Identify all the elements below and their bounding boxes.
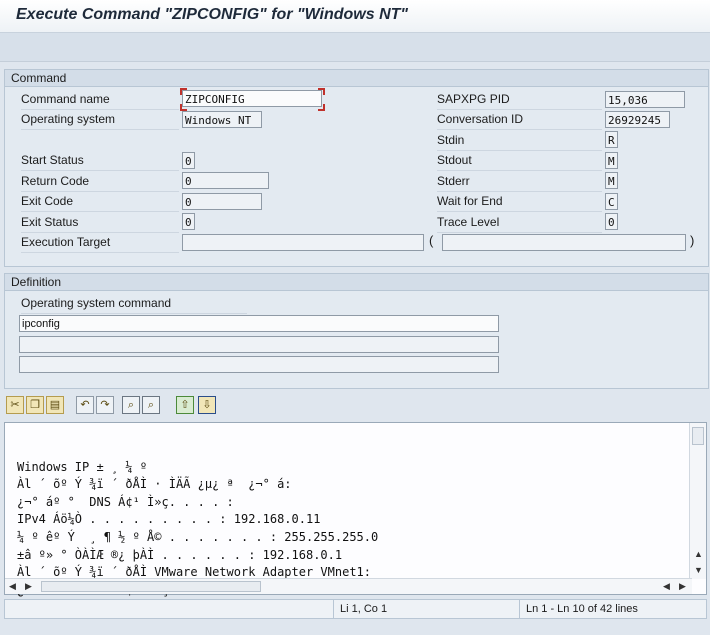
scroll-down-icon[interactable]: ▼	[694, 565, 703, 575]
paste-icon[interactable]: ▤	[46, 396, 64, 414]
copy-icon[interactable]: ❐	[26, 396, 44, 414]
editor-line: Windows IP ± ¸ ¼ º	[17, 459, 148, 474]
focus-corner-tr	[318, 88, 325, 95]
application-toolbar	[0, 33, 710, 62]
command-group-header: Command	[5, 70, 708, 87]
sapxpg-pid-label: SAPXPG PID	[437, 90, 602, 110]
exit-code-field[interactable]: 0	[182, 193, 262, 210]
horizontal-scrollbar[interactable]: ◀ ▶ ◀ ▶	[5, 578, 692, 594]
paren-open: (	[429, 233, 434, 248]
download-icon[interactable]: ⇩	[198, 396, 216, 414]
scroll-right-icon[interactable]: ▶	[25, 581, 32, 592]
start-status-label: Start Status	[21, 151, 179, 171]
scroll-left-end-icon[interactable]: ◀	[663, 581, 670, 592]
os-command-line-3[interactable]	[19, 356, 499, 373]
execution-target-field[interactable]	[182, 234, 424, 251]
focus-corner-bl	[180, 104, 187, 111]
stderr-label: Stderr	[437, 172, 602, 192]
execution-target-label: Execution Target	[21, 233, 179, 253]
cursor-position: Li 1, Co 1	[333, 600, 520, 618]
trace-level-field[interactable]: 0	[605, 213, 618, 230]
trace-level-label: Trace Level	[437, 213, 602, 233]
focus-corner-tl	[180, 88, 187, 95]
undo-icon[interactable]: ↶	[76, 396, 94, 414]
focus-corner-br	[318, 104, 325, 111]
editor-line: IPv4 Áö¼Ò . . . . . . . . . : 192.168.0.…	[17, 512, 321, 527]
vertical-scroll-thumb[interactable]	[692, 427, 704, 445]
exit-status-label: Exit Status	[21, 213, 179, 233]
vertical-scrollbar[interactable]: ▲ ▼	[689, 423, 706, 579]
stdin-label: Stdin	[437, 131, 602, 151]
command-name-label: Command name	[21, 90, 179, 110]
upload-icon[interactable]: ⇧	[176, 396, 194, 414]
output-editor[interactable]: Windows IP ± ¸ ¼ º Àl ´ õº Ý ¾ï ´ ðÅÌ · Ì…	[4, 422, 707, 597]
stdout-field[interactable]: M	[605, 152, 618, 169]
horizontal-scroll-thumb[interactable]	[41, 581, 261, 592]
find-icon[interactable]: ⌕	[122, 396, 140, 414]
scroll-up-icon[interactable]: ▲	[694, 549, 703, 559]
editor-line: ¿¬° áº ° DNS Á¢¹ Ì»ç. . . . :	[17, 494, 234, 509]
wait-for-end-label: Wait for End	[437, 192, 602, 212]
scroll-right-end-icon[interactable]: ▶	[679, 581, 686, 592]
execution-target-host-field[interactable]	[442, 234, 686, 251]
exit-status-field[interactable]: 0	[182, 213, 195, 230]
paren-close: )	[690, 233, 695, 248]
find-next-icon[interactable]: ⌕	[142, 396, 160, 414]
conversation-id-field[interactable]: 26929245	[605, 111, 670, 128]
os-command-line-1[interactable]: ipconfig	[19, 315, 499, 332]
conversation-id-label: Conversation ID	[437, 110, 602, 130]
line-count: Ln 1 - Ln 10 of 42 lines	[519, 600, 706, 618]
stdin-field[interactable]: R	[605, 131, 618, 148]
editor-line: Àl ´ õº Ý ¾ï ´ ðÅÌ · ÌÄÃ ¿µ¿ ª ¿¬° á:	[17, 477, 292, 492]
stderr-field[interactable]: M	[605, 172, 618, 189]
start-status-field[interactable]: 0	[182, 152, 195, 169]
definition-group-header: Definition	[5, 274, 708, 291]
status-bar: Li 1, Co 1 Ln 1 - Ln 10 of 42 lines	[4, 599, 707, 619]
os-command-label: Operating system command	[21, 294, 247, 314]
page-title: Execute Command "ZIPCONFIG" for "Windows…	[16, 6, 408, 23]
os-command-line-2[interactable]	[19, 336, 499, 353]
command-name-field[interactable]: ZIPCONFIG	[182, 90, 322, 107]
title-bar: Execute Command "ZIPCONFIG" for "Windows…	[0, 0, 710, 33]
operating-system-label: Operating system	[21, 110, 179, 130]
scroll-left-icon[interactable]: ◀	[9, 581, 16, 592]
stdout-label: Stdout	[437, 151, 602, 171]
redo-icon[interactable]: ↷	[96, 396, 114, 414]
return-code-label: Return Code	[21, 172, 179, 192]
sapxpg-pid-field[interactable]: 15,036	[605, 91, 685, 108]
exit-code-label: Exit Code	[21, 192, 179, 212]
cut-icon[interactable]: ✂	[6, 396, 24, 414]
return-code-field[interactable]: 0	[182, 172, 269, 189]
editor-line: ±â º» ° ÒÀÌÆ ®¿ þÀÌ . . . . . . : 192.16…	[17, 547, 343, 562]
wait-for-end-field[interactable]: C	[605, 193, 618, 210]
operating-system-field[interactable]: Windows NT	[182, 111, 262, 128]
editor-line: ¼ º êº Ý ¸ ¶ ½ º Å© . . . . . . . : 255.…	[17, 529, 379, 544]
